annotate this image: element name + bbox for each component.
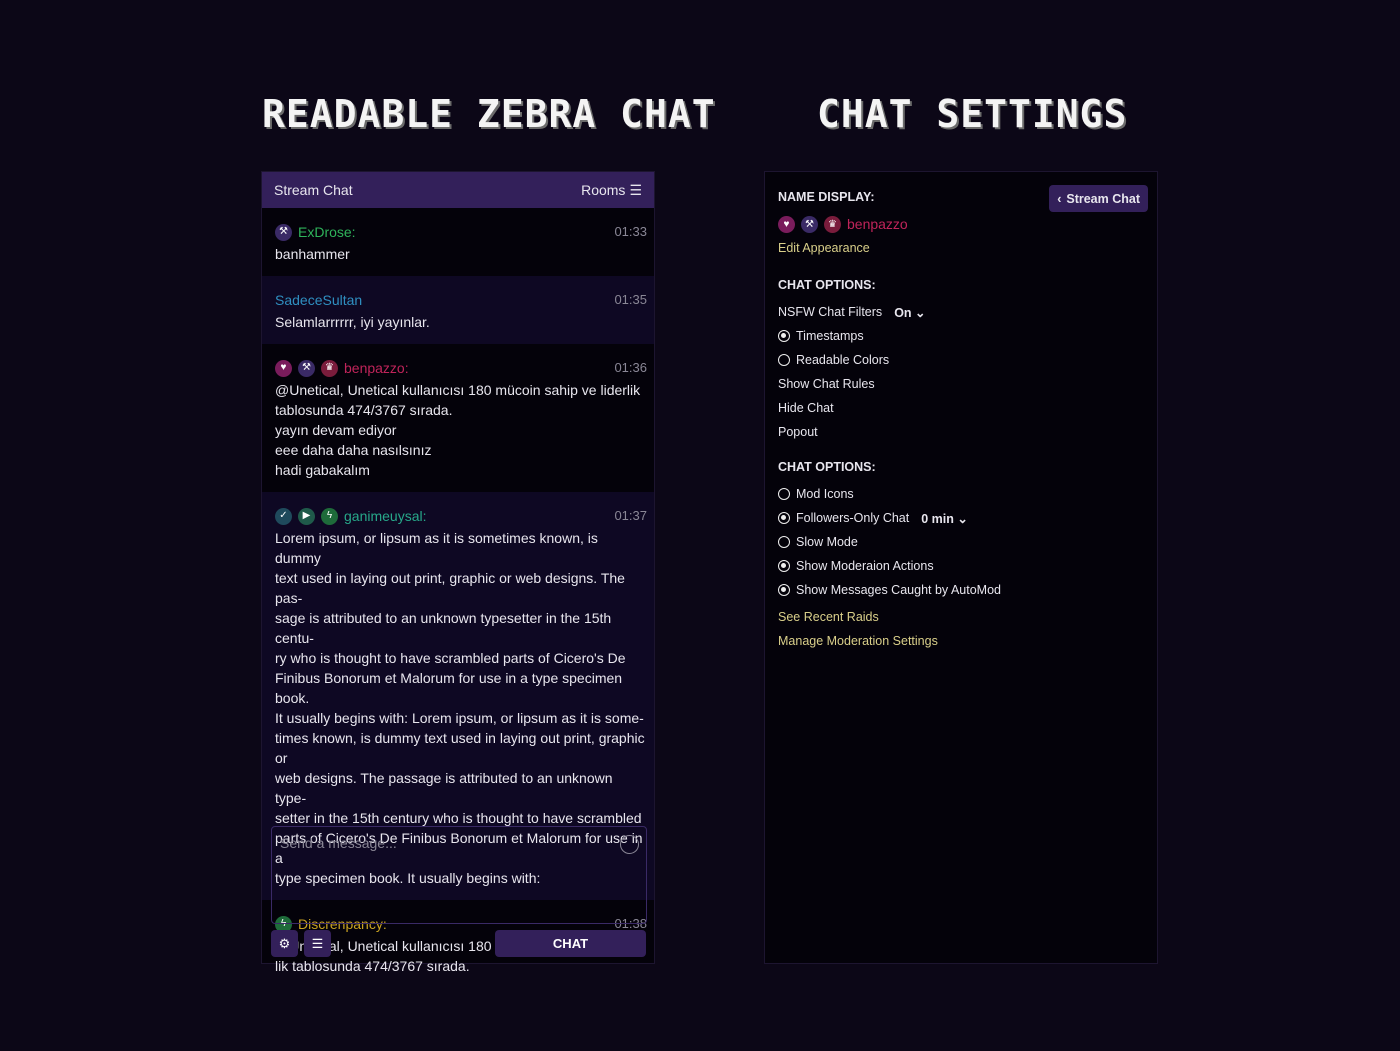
- message-line: web designs. The passage is attributed t…: [275, 770, 613, 806]
- gear-icon: ⚙: [278, 935, 291, 951]
- list-icon: ☰: [311, 935, 324, 951]
- chat-options-heading: CHAT OPTIONS:: [778, 278, 876, 292]
- radio-unchecked[interactable]: [778, 536, 790, 548]
- message-line: times known, is dummy text used in layin…: [275, 730, 645, 766]
- chat-message: ⚒ ExDrose: 01:33 banhammer: [262, 208, 654, 276]
- timestamp: 01:33: [614, 224, 647, 239]
- manage-moderation-link[interactable]: Manage Moderation Settings: [778, 629, 1144, 653]
- nsfw-dropdown[interactable]: On ⌄: [894, 305, 925, 320]
- mod-icon: ⚒: [801, 215, 818, 233]
- chat-button[interactable]: CHAT: [495, 930, 646, 957]
- radio-checked[interactable]: [778, 584, 790, 596]
- message-line: eee daha daha nasılsınız: [275, 442, 432, 458]
- message-line: Finibus Bonorum et Malorum for use in a …: [275, 670, 623, 706]
- message-line: yayın devam ediyor: [275, 422, 397, 438]
- timestamp: 01:35: [614, 292, 647, 307]
- followers-dropdown[interactable]: 0 min ⌄: [921, 511, 968, 526]
- back-label: Stream Chat: [1066, 191, 1140, 206]
- radio-unchecked[interactable]: [778, 488, 790, 500]
- settings-title: Chat Settings: [817, 92, 1128, 136]
- message-author: ⚒ ExDrose:: [275, 222, 356, 242]
- nsfw-filter[interactable]: NSFW Chat Filters On ⌄: [778, 300, 1144, 324]
- settings-button[interactable]: ⚙: [271, 930, 298, 957]
- message-author: ♥ ⚒ ♛ benpazzo:: [275, 358, 409, 378]
- chat-header: Stream Chat Rooms ☰: [262, 172, 654, 208]
- message-line: hadi gabakalım: [275, 462, 370, 478]
- message-input[interactable]: Send a message...: [271, 826, 647, 924]
- radio-checked[interactable]: [778, 512, 790, 524]
- message-line: sage is attributed to an unknown typeset…: [275, 610, 612, 646]
- username: benpazzo: [847, 216, 908, 232]
- username[interactable]: benpazzo:: [344, 358, 409, 378]
- message-line: @Unetical, Unetical kullanıcısı 180 müco…: [275, 382, 641, 398]
- bolt-icon: ϟ: [321, 507, 338, 525]
- message-line: banhammer: [275, 246, 350, 262]
- back-to-stream-chat-button[interactable]: ‹ Stream Chat: [1049, 185, 1148, 212]
- radio-checked[interactable]: [778, 560, 790, 572]
- mod-icons-option[interactable]: Mod Icons: [778, 482, 1144, 506]
- radio-checked[interactable]: [778, 330, 790, 342]
- rooms-label: Rooms: [581, 182, 626, 198]
- message-line: Lorem ipsum, or lipsum as it is sometime…: [275, 530, 598, 566]
- heart-icon: ♥: [275, 359, 292, 377]
- chat-panel: Stream Chat Rooms ☰ ⚒ ExDrose: 01:33 banhamm…: [261, 171, 655, 974]
- recent-raids-link[interactable]: See Recent Raids: [778, 605, 1144, 629]
- timestamp: 01:37: [614, 508, 647, 523]
- radio-unchecked[interactable]: [778, 354, 790, 366]
- chat-message: ♥ ⚒ ♛ benpazzo: 01:36 @Unetical, Unetical kul…: [262, 344, 654, 492]
- message-line: text used in laying out print, graphic o…: [275, 570, 625, 606]
- chat-options-heading-2: CHAT OPTIONS:: [778, 460, 876, 474]
- name-preview: ♥ ⚒ ♛ benpazzo: [778, 212, 1144, 236]
- emoji-icon[interactable]: [620, 835, 639, 854]
- mod-icon: ⚒: [275, 223, 292, 241]
- readable-colors-option[interactable]: Readable Colors: [778, 348, 1144, 372]
- mod-actions-option[interactable]: Show Moderaion Actions: [778, 554, 1144, 578]
- edit-appearance-link[interactable]: Edit Appearance: [778, 236, 1144, 260]
- nsfw-label: NSFW Chat Filters: [778, 305, 883, 319]
- verified-icon: ✓: [275, 507, 292, 525]
- chat-title: Readable Zebra Chat: [262, 92, 716, 136]
- message-line: Selamlarrrrrr, iyi yayınlar.: [275, 314, 430, 330]
- followers-only-option[interactable]: Followers-Only Chat 0 min ⌄: [778, 506, 1144, 530]
- show-chat-rules[interactable]: Show Chat Rules: [778, 372, 1144, 396]
- heart-icon: ♥: [778, 215, 795, 233]
- message-line: tablosunda 474/3767 sırada.: [275, 402, 453, 418]
- message-placeholder: Send a message...: [280, 835, 397, 851]
- crown-icon: ♛: [321, 359, 338, 377]
- chevron-left-icon: ‹: [1057, 191, 1062, 206]
- timestamp: 01:36: [614, 360, 647, 375]
- chat-header-title: Stream Chat: [274, 182, 353, 198]
- message-line: setter in the 15th century who is though…: [275, 810, 642, 826]
- rooms-button[interactable]: Rooms ☰: [581, 182, 642, 199]
- message-line: It usually begins with: Lorem ipsum, or …: [275, 710, 644, 726]
- popout[interactable]: Popout: [778, 420, 1144, 444]
- mod-icon: ⚒: [298, 359, 315, 377]
- chat-message: SadeceSultan 01:35 Selamlarrrrrr, iyi yayı…: [262, 276, 654, 344]
- filter-icon: ☰: [629, 181, 642, 198]
- play-icon: ▶: [298, 507, 315, 525]
- username[interactable]: ExDrose:: [298, 222, 356, 242]
- slow-mode-option[interactable]: Slow Mode: [778, 530, 1144, 554]
- message-line: ry who is thought to have scrambled part…: [275, 650, 626, 666]
- username[interactable]: SadeceSultan: [275, 290, 362, 310]
- message-author: ✓ ▶ ϟ ganimeuysal:: [275, 506, 427, 526]
- message-line: lik tablosunda 474/3767 sırada.: [275, 958, 470, 974]
- timestamps-option[interactable]: Timestamps: [778, 324, 1144, 348]
- list-button[interactable]: ☰: [304, 930, 331, 957]
- message-author: SadeceSultan: [275, 290, 362, 310]
- username[interactable]: ganimeuysal:: [344, 506, 427, 526]
- hide-chat[interactable]: Hide Chat: [778, 396, 1144, 420]
- crown-icon: ♛: [824, 215, 841, 233]
- settings-panel: ‹ Stream Chat NAME DISPLAY: ♥ ⚒ ♛ benpazz…: [764, 171, 1158, 964]
- automod-option[interactable]: Show Messages Caught by AutoMod: [778, 578, 1144, 602]
